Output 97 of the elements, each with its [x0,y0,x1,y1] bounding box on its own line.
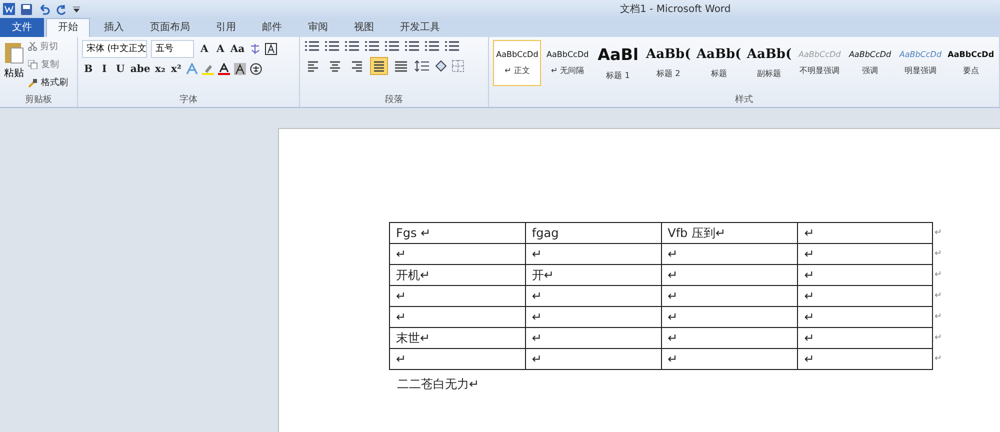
align-lines-icon [328,59,342,73]
table-cell: ↵ [525,286,662,306]
brush-icon [28,78,38,88]
ribbon-tab[interactable]: 页面布局 [138,18,202,37]
table-cell: 开↵ [525,264,662,286]
table-cell: ↵ [390,348,526,370]
format-painter-button[interactable]: 格式刷 [28,76,68,89]
clipboard-icon [4,40,24,64]
table-cell: ↵ [390,244,526,264]
group-label: 剪贴板 [24,94,54,107]
table-cell: ↵ [798,306,933,328]
style-gallery-item[interactable]: AaBl 标题 1 [594,40,642,86]
window-title: 文档1 - Microsoft Word [620,2,731,16]
table-cell: Vfb 压到↵ [661,222,798,244]
style-gallery-item[interactable]: AaBbCcDd 明显强调 [896,40,945,86]
undo-icon[interactable] [38,4,50,14]
align-lines-icon [372,59,386,73]
style-gallery-item[interactable]: AaBbCcDd ↵ 正文 [493,40,542,86]
ribbon-tab[interactable]: 审阅 [296,18,340,37]
text-effect-icon[interactable] [186,63,198,75]
save-icon[interactable] [21,4,32,14]
table-cell: ↵ [525,244,662,264]
table-cell: 开机↵ [390,264,526,286]
font-name-field[interactable]: 宋体 (中文正文 [82,40,148,58]
ribbon-tab[interactable]: 插入 [92,18,136,37]
font-tool-button[interactable]: B [82,64,94,74]
ribbon-tab[interactable]: 开发工具 [388,18,452,37]
table-cell: 末世↵ [390,328,526,348]
line-spacing-icon[interactable] [414,60,430,72]
row-end-mark: ↵ [932,328,944,348]
style-gallery-item[interactable]: AaBbCcDd 强调 [846,40,894,86]
style-gallery-item[interactable]: AaBb( 标题 [694,40,744,86]
font-tool-button[interactable]: U [114,64,126,74]
table-cell: ↵ [798,286,933,306]
paste-button[interactable]: 粘贴 [4,40,24,94]
table-cell: ↵ [525,306,662,328]
table-cell: ↵ [661,328,798,348]
style-gallery-item[interactable]: AaBb( 副标题 [745,40,794,86]
bullet-list-icon[interactable] [304,40,320,52]
ribbon-tab[interactable]: 文件 [0,18,44,37]
table-cell: ↵ [525,348,662,370]
group-label: 段落 [384,94,404,107]
border-text-icon[interactable] [264,43,277,55]
align-button[interactable] [370,57,388,75]
group-label: 字体 [178,94,198,107]
copy-button[interactable]: 复制 [28,58,68,71]
row-end-mark: ↵ [932,348,944,370]
table-cell: ↵ [798,328,933,348]
table-cell: ↵ [661,244,798,264]
font-tool-button[interactable]: I [98,64,110,74]
row-end-mark: ↵ [932,306,944,328]
char-shading-icon[interactable] [234,63,246,75]
cut-button[interactable]: 剪切 [28,40,68,53]
font-tool-button[interactable]: abe [130,64,150,74]
table-cell: Fgs ↵ [390,222,526,244]
table-cell: fgag [525,222,662,244]
table-cell: ↵ [390,286,526,306]
scissors-icon [28,42,37,51]
table-cell: ↵ [661,286,798,306]
table-cell: ↵ [661,348,798,370]
table-cell: ↵ [390,306,526,328]
table-cell: ↵ [525,328,662,348]
font-tool-button[interactable]: A [214,44,226,54]
font-tool-button[interactable]: x₂ [154,64,166,74]
row-end-mark: ↵ [932,244,944,264]
redo-icon[interactable] [56,4,67,14]
row-end-mark: ↵ [932,222,944,244]
align-lines-icon [306,59,320,73]
ribbon-tab[interactable]: 邮件 [250,18,294,37]
row-end-mark: ↵ [932,264,944,286]
style-gallery-item[interactable]: AaBbCcDd 不明显强调 [795,40,844,86]
font-tool-button[interactable]: x² [170,64,182,74]
font-color-icon[interactable] [218,63,230,75]
style-gallery-item[interactable]: AaBb( 标题 2 [644,40,693,86]
paragraph-text: 二二苍白无力↵ [396,376,480,393]
table-cell: ↵ [661,306,798,328]
copy-icon [28,60,38,69]
ribbon-tab[interactable]: 引用 [204,18,248,37]
group-label: 样式 [734,94,754,107]
style-gallery-item[interactable]: AaBbCcDd ↵ 无间隔 [543,40,592,86]
word-logo-icon [3,3,15,15]
table-cell: ↵ [798,222,933,244]
align-lines-icon [394,59,408,73]
row-end-mark: ↵ [932,286,944,306]
table-cell: ↵ [798,244,933,264]
font-size-field[interactable]: 五号 [151,40,194,58]
font-tool-button[interactable]: Aa [230,44,245,54]
font-tool-button[interactable]: A [198,44,210,54]
table-cell: ↵ [798,348,933,370]
ribbon-tab[interactable]: 开始 [46,18,90,37]
align-lines-icon [350,59,364,73]
table-cell: ↵ [661,264,798,286]
style-gallery-item[interactable]: AaBbCcDd 要点 [946,40,996,86]
ribbon-tab[interactable]: 视图 [342,18,386,37]
table-cell: ↵ [798,264,933,286]
borders-icon[interactable] [452,60,464,72]
dropdown-icon[interactable] [73,5,80,13]
